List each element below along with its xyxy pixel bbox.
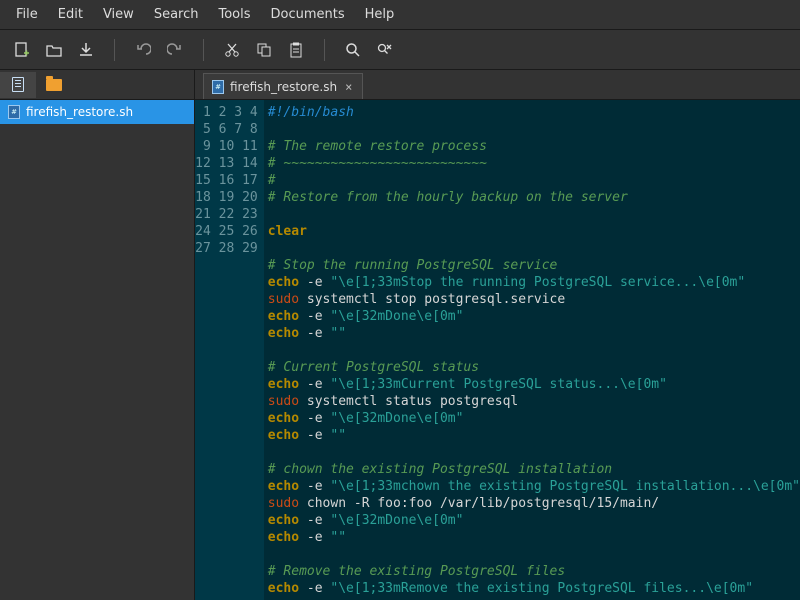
sh-file-icon: # [8, 105, 20, 119]
toolbar-separator [203, 39, 204, 61]
toolbar-separator [324, 39, 325, 61]
open-file-button[interactable] [40, 36, 68, 64]
close-tab-button[interactable]: × [343, 80, 354, 94]
folder-icon [46, 79, 62, 91]
side-panel: # firefish_restore.sh [0, 70, 195, 600]
line-number-gutter: 1 2 3 4 5 6 7 8 9 10 11 12 13 14 15 16 1… [195, 100, 264, 600]
editor-tab-bar: # firefish_restore.sh × [195, 70, 800, 100]
editor-tab-label: firefish_restore.sh [230, 80, 337, 94]
menu-search[interactable]: Search [144, 3, 209, 26]
new-file-icon [14, 42, 30, 58]
menu-file[interactable]: File [6, 3, 48, 26]
code-content[interactable]: #!/bin/bash # The remote restore process… [264, 100, 800, 600]
filebrowser-tab[interactable] [36, 72, 72, 98]
copy-button[interactable] [250, 36, 278, 64]
open-document-label: firefish_restore.sh [26, 105, 133, 119]
redo-icon [167, 42, 183, 58]
save-icon [78, 42, 94, 58]
search-icon [345, 42, 361, 58]
toolbar-separator [114, 39, 115, 61]
sh-file-icon: # [212, 80, 224, 94]
menu-view[interactable]: View [93, 3, 144, 26]
redo-button[interactable] [161, 36, 189, 64]
menu-edit[interactable]: Edit [48, 3, 93, 26]
open-file-icon [46, 42, 62, 58]
copy-icon [256, 42, 272, 58]
save-button[interactable] [72, 36, 100, 64]
undo-button[interactable] [129, 36, 157, 64]
menu-help[interactable]: Help [355, 3, 405, 26]
side-panel-tabs [0, 70, 194, 100]
find-button[interactable] [339, 36, 367, 64]
code-editor[interactable]: 1 2 3 4 5 6 7 8 9 10 11 12 13 14 15 16 1… [195, 100, 800, 600]
documents-tab[interactable] [0, 72, 36, 98]
toolbar [0, 30, 800, 70]
document-icon [12, 77, 24, 92]
paste-icon [288, 42, 304, 58]
paste-button[interactable] [282, 36, 310, 64]
menu-documents[interactable]: Documents [261, 3, 355, 26]
find-replace-icon [377, 42, 393, 58]
menu-tools[interactable]: Tools [208, 3, 260, 26]
editor-area: # firefish_restore.sh × 1 2 3 4 5 6 7 8 … [195, 70, 800, 600]
new-file-button[interactable] [8, 36, 36, 64]
cut-button[interactable] [218, 36, 246, 64]
open-document-item[interactable]: # firefish_restore.sh [0, 100, 194, 124]
editor-tab[interactable]: # firefish_restore.sh × [203, 73, 363, 99]
find-replace-button[interactable] [371, 36, 399, 64]
undo-icon [135, 42, 151, 58]
menu-bar: File Edit View Search Tools Documents He… [0, 0, 800, 30]
cut-icon [224, 42, 240, 58]
